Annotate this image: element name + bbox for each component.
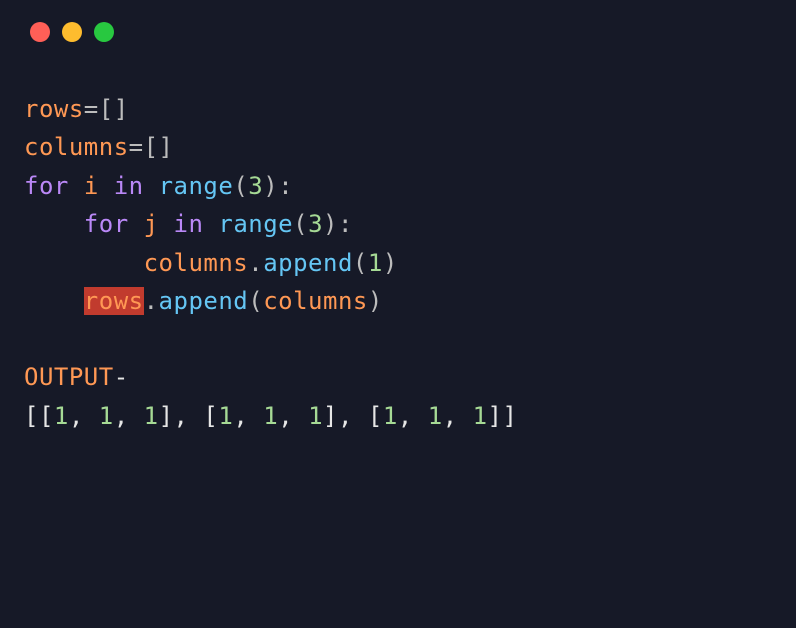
variable: rows [24,95,84,123]
operator: = [84,95,99,123]
paren: ) [383,249,398,277]
window-close-icon[interactable] [30,22,50,42]
function: range [218,210,293,238]
paren: ) [368,287,383,315]
variable: columns [144,249,249,277]
number: 1 [473,402,488,430]
method: append [159,287,249,315]
brackets: ]] [488,402,518,430]
variable: i [84,172,99,200]
dash: - [114,363,129,391]
method: append [263,249,353,277]
colon: : [338,210,353,238]
brackets: [[ [24,402,54,430]
number: 3 [308,210,323,238]
variable-highlighted: rows [84,287,144,315]
output-label-line: OUTPUT- [24,358,772,396]
number: 1 [99,402,114,430]
paren: ( [293,210,308,238]
comma: , [278,402,308,430]
indent [24,287,84,315]
operator: = [129,133,144,161]
indent [24,210,84,238]
brackets: ], [ [159,402,219,430]
paren: ) [323,210,338,238]
output-line: [[1, 1, 1], [1, 1, 1], [1, 1, 1]] [24,397,772,435]
window-maximize-icon[interactable] [94,22,114,42]
paren: ( [248,287,263,315]
variable: columns [263,287,368,315]
code-line-4: for j in range(3): [24,205,772,243]
paren: ) [263,172,278,200]
code-line-1: rows=[] [24,90,772,128]
keyword: for [84,210,129,238]
comma: , [69,402,99,430]
keyword: in [174,210,204,238]
number: 1 [144,402,159,430]
number: 1 [218,402,233,430]
dot: . [144,287,159,315]
number: 1 [54,402,69,430]
number: 3 [248,172,263,200]
variable: j [144,210,159,238]
comma: , [114,402,144,430]
dot: . [248,249,263,277]
comma: , [443,402,473,430]
code-block: rows=[]columns=[]for i in range(3): for … [0,42,796,435]
code-line-5: columns.append(1) [24,244,772,282]
colon: : [278,172,293,200]
paren: ( [353,249,368,277]
brackets: [] [144,133,174,161]
variable: columns [24,133,129,161]
code-line-2: columns=[] [24,128,772,166]
number: 1 [308,402,323,430]
function: range [159,172,234,200]
comma: , [398,402,428,430]
number: 1 [263,402,278,430]
code-line-6: rows.append(columns) [24,282,772,320]
paren: ( [233,172,248,200]
keyword: in [114,172,144,200]
brackets: ], [ [323,402,383,430]
brackets: [] [99,95,129,123]
number: 1 [368,249,383,277]
output-label: OUTPUT [24,363,114,391]
comma: , [233,402,263,430]
code-line-3: for i in range(3): [24,167,772,205]
number: 1 [383,402,398,430]
keyword: for [24,172,69,200]
blank-line [24,320,772,358]
number: 1 [428,402,443,430]
indent [24,249,144,277]
window-minimize-icon[interactable] [62,22,82,42]
window-controls [0,0,796,42]
